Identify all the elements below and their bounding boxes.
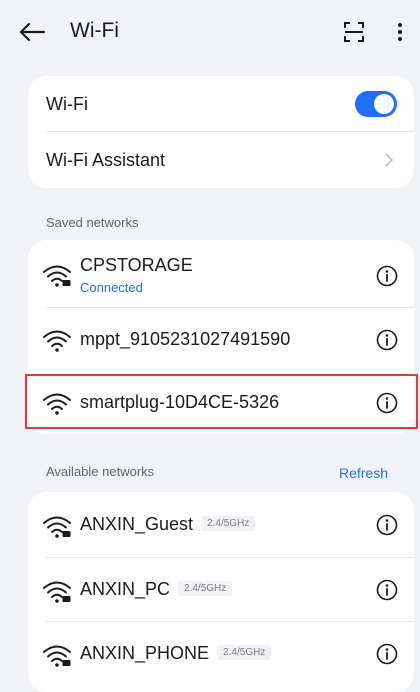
saved-network-row[interactable]: mppt_9105231027491590 <box>28 308 414 372</box>
wifi-icon <box>43 330 71 352</box>
network-name: smartplug-10D4CE-5326 <box>80 392 280 412</box>
band-badge: 2.4/5GHz <box>178 580 233 596</box>
wifi-icon <box>43 393 71 415</box>
back-arrow-icon[interactable] <box>18 20 46 44</box>
wifi-toggle-row[interactable]: Wi-Fi <box>28 76 414 132</box>
info-icon[interactable] <box>376 329 398 351</box>
info-icon[interactable] <box>376 514 398 536</box>
available-networks-card: ANXIN_Guest 2.4/5GHz ANXIN_PC 2.4/5GHz A… <box>28 492 414 692</box>
saved-network-row[interactable]: smartplug-10D4CE-5326 <box>28 372 414 434</box>
wifi-assistant-label: Wi-Fi Assistant <box>46 150 166 170</box>
wifi-locked-icon <box>43 581 71 603</box>
more-vertical-icon[interactable] <box>394 20 406 44</box>
info-icon[interactable] <box>376 265 398 287</box>
network-name-wrap: ANXIN_Guest 2.4/5GHz <box>80 514 256 535</box>
wifi-locked-icon <box>43 645 71 667</box>
network-name: ANXIN_Guest <box>80 514 194 534</box>
band-badge: 2.4/5GHz <box>217 644 272 660</box>
available-network-row[interactable]: ANXIN_Guest 2.4/5GHz <box>28 492 414 558</box>
available-networks-title: Available networks <box>46 464 155 479</box>
network-status: Connected <box>80 280 143 295</box>
info-icon[interactable] <box>376 643 398 665</box>
wifi-settings-card: Wi-Fi Wi-Fi Assistant <box>28 76 414 188</box>
band-badge: 2.4/5GHz <box>201 515 256 531</box>
toggle-knob <box>374 94 394 114</box>
network-name: ANXIN_PHONE <box>80 643 210 663</box>
info-icon[interactable] <box>376 579 398 601</box>
network-name: ANXIN_PC <box>80 579 171 599</box>
refresh-button[interactable]: Refresh <box>339 465 388 481</box>
scan-icon[interactable] <box>343 21 365 43</box>
chevron-right-icon <box>385 153 394 167</box>
network-name: mppt_9105231027491590 <box>80 329 291 349</box>
wifi-locked-icon <box>43 265 71 287</box>
network-name-wrap: ANXIN_PHONE 2.4/5GHz <box>80 643 272 664</box>
available-network-row[interactable]: ANXIN_PC 2.4/5GHz <box>28 558 414 622</box>
network-name: CPSTORAGE <box>80 255 193 275</box>
info-icon[interactable] <box>376 392 398 414</box>
saved-network-row[interactable]: CPSTORAGE Connected <box>28 240 414 308</box>
available-network-row[interactable]: ANXIN_PHONE 2.4/5GHz <box>28 622 414 686</box>
page-title: Wi-Fi <box>70 19 119 42</box>
wifi-assistant-row[interactable]: Wi-Fi Assistant <box>28 132 414 188</box>
saved-networks-title: Saved networks <box>46 215 139 230</box>
saved-networks-card: CPSTORAGE Connected mppt_910523102749159… <box>28 240 414 434</box>
top-bar: Wi-Fi <box>0 0 420 64</box>
network-name-wrap: ANXIN_PC 2.4/5GHz <box>80 579 233 600</box>
wifi-locked-icon <box>43 516 71 538</box>
wifi-label: Wi-Fi <box>46 94 88 114</box>
wifi-toggle[interactable] <box>355 91 397 117</box>
